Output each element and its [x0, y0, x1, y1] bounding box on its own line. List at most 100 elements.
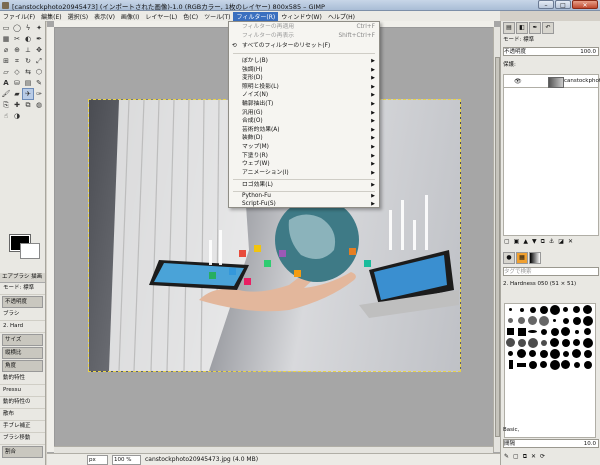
flip-icon[interactable]: ⇆: [23, 67, 33, 77]
size-slider[interactable]: サイズ: [2, 334, 43, 346]
brush-spacing-slider[interactable]: 間隔 10.0: [503, 439, 599, 448]
delete-layer-icon[interactable]: ✕: [568, 238, 573, 247]
cage-icon[interactable]: ⬡: [34, 67, 44, 77]
menu-colors[interactable]: 色(C): [180, 12, 201, 21]
free-select-icon[interactable]: ϟ: [23, 23, 33, 33]
channels-tab-icon[interactable]: ◧: [516, 22, 528, 34]
eraser-icon[interactable]: ▰: [12, 89, 22, 99]
menu-item-decor[interactable]: 装飾(D) ▶: [229, 134, 379, 143]
menu-edit[interactable]: 編集(E): [38, 12, 64, 21]
scissors-icon[interactable]: ✂: [12, 34, 22, 44]
minimize-button[interactable]: –: [538, 0, 554, 9]
shear-icon[interactable]: ▱: [1, 67, 11, 77]
undo-tab-icon[interactable]: ↶: [542, 22, 554, 34]
new-brush-icon[interactable]: ▢: [513, 453, 519, 462]
menu-item-edge-detect[interactable]: 輪郭抽出(T) ▶: [229, 100, 379, 109]
brush-tag-filter[interactable]: タグで検索: [503, 267, 599, 276]
brush-tag-label[interactable]: Basic,: [503, 426, 599, 435]
dynamics-options[interactable]: 動的特性の: [0, 397, 45, 409]
align-icon[interactable]: ⊞: [1, 56, 11, 66]
menu-file[interactable]: ファイル(F): [0, 12, 38, 21]
maximize-button[interactable]: □: [555, 0, 571, 9]
measure-icon[interactable]: ⟂: [23, 45, 33, 55]
pencil-icon[interactable]: ✎: [34, 78, 44, 88]
layer-opacity-slider[interactable]: 不透明度 100.0: [503, 47, 599, 56]
eye-icon[interactable]: 👁: [514, 78, 522, 85]
menu-select[interactable]: 選択(S): [65, 12, 92, 21]
scale-icon[interactable]: ⤢: [34, 56, 44, 66]
crop-icon[interactable]: ⌗: [12, 56, 22, 66]
brush-selector[interactable]: 2. Hard: [0, 321, 45, 333]
bucket-fill-icon[interactable]: ⛁: [12, 78, 22, 88]
heal-icon[interactable]: ✚: [12, 100, 22, 110]
edit-brush-icon[interactable]: ✎: [504, 453, 509, 462]
menu-item-logos[interactable]: ロゴ効果(L) ▶: [229, 181, 379, 190]
duplicate-brush-icon[interactable]: ⧉: [523, 453, 527, 462]
menu-item-light-shadow[interactable]: 照明と投影(L) ▶: [229, 83, 379, 92]
duplicate-layer-icon[interactable]: ⧉: [541, 238, 545, 247]
fuzzy-select-icon[interactable]: ✦: [34, 23, 44, 33]
blend-icon[interactable]: ▤: [23, 78, 33, 88]
rect-select-icon[interactable]: ▭: [1, 23, 11, 33]
menu-item-artistic[interactable]: 芸術的効果(A) ▶: [229, 126, 379, 135]
angle-slider[interactable]: 角度: [2, 360, 43, 372]
menu-item-combine[interactable]: 合成(O) ▶: [229, 117, 379, 126]
menu-item-distorts[interactable]: 変形(D) ▶: [229, 74, 379, 83]
menu-view[interactable]: 表示(V): [91, 12, 118, 21]
color-picker-icon[interactable]: ⌀: [1, 45, 11, 55]
layer-item[interactable]: 👁 canstockphoto: [503, 74, 600, 88]
unit-selector[interactable]: px: [87, 454, 108, 465]
opacity-slider[interactable]: 不透明度: [2, 296, 43, 308]
ratio-slider[interactable]: 縦横比: [2, 347, 43, 359]
new-layer-icon[interactable]: ▢: [504, 238, 510, 247]
brush-grid[interactable]: [504, 303, 596, 438]
zoom-selector[interactable]: 100 %: [112, 454, 141, 465]
menu-item-map[interactable]: マップ(M) ▶: [229, 143, 379, 152]
menu-item-python-fu[interactable]: Python-Fu ▶: [229, 192, 379, 201]
layers-tab-icon[interactable]: ▤: [503, 22, 515, 34]
rate-slider[interactable]: 割合: [2, 446, 43, 458]
menu-item-blur[interactable]: ぼかし(B) ▶: [229, 57, 379, 66]
menu-item-noise[interactable]: ノイズ(N) ▶: [229, 91, 379, 100]
blur-icon[interactable]: ◍: [34, 100, 44, 110]
smoothing-checkbox[interactable]: 手ブレ補正: [0, 421, 45, 433]
paintbrush-icon[interactable]: 🖌: [1, 89, 11, 99]
mask-layer-icon[interactable]: ◪: [558, 238, 564, 247]
menu-item-animation[interactable]: アニメーション(I) ▶: [229, 169, 379, 178]
rotate-icon[interactable]: ↻: [23, 56, 33, 66]
layer-mode[interactable]: モード: 標準: [503, 36, 599, 45]
lower-layer-icon[interactable]: ▼: [532, 238, 537, 247]
delete-brush-icon[interactable]: ✕: [531, 453, 536, 462]
color-select-icon[interactable]: ▦: [1, 34, 11, 44]
menu-item-script-fu[interactable]: Script-Fu(S) ▶: [229, 200, 379, 209]
menu-tools[interactable]: ツール(T): [201, 12, 233, 21]
smudge-icon[interactable]: ☝: [1, 111, 11, 121]
move-icon[interactable]: ✥: [34, 45, 44, 55]
clone-icon[interactable]: ⎘: [1, 100, 11, 110]
motion-checkbox[interactable]: ブラシ移動: [0, 433, 45, 445]
menu-item-repeat[interactable]: フィルターの再適用 Ctrl+F: [229, 23, 379, 32]
paths-tab-icon[interactable]: ✒: [529, 22, 541, 34]
ink-icon[interactable]: ✑: [34, 89, 44, 99]
dodge-burn-icon[interactable]: ◑: [12, 111, 22, 121]
airbrush-icon[interactable]: ✈: [22, 88, 34, 100]
close-button[interactable]: ✕: [572, 0, 598, 9]
menu-layer[interactable]: レイヤー(L): [142, 12, 180, 21]
layer-group-icon[interactable]: ▣: [514, 238, 520, 247]
zoom-icon[interactable]: ⊕: [12, 45, 22, 55]
foreground-select-icon[interactable]: ◐: [23, 34, 33, 44]
brushes-tab-icon[interactable]: ●: [503, 252, 515, 264]
raise-layer-icon[interactable]: ▲: [523, 238, 528, 247]
menu-item-enhance[interactable]: 強調(H) ▶: [229, 66, 379, 75]
anchor-layer-icon[interactable]: ⚓: [549, 238, 554, 247]
refresh-brushes-icon[interactable]: ⟳: [540, 453, 545, 462]
menu-item-web[interactable]: ウェブ(W) ▶: [229, 160, 379, 169]
menu-help[interactable]: ヘルプ(H): [325, 12, 358, 21]
menu-image[interactable]: 画像(I): [118, 12, 142, 21]
patterns-tab-icon[interactable]: ▦: [516, 252, 528, 264]
background-color[interactable]: [20, 243, 40, 259]
menu-filters[interactable]: フィルター(R): [233, 11, 279, 21]
mode-label[interactable]: モード: 標準: [0, 283, 45, 295]
perspective-clone-icon[interactable]: ⧉: [23, 100, 33, 110]
perspective-icon[interactable]: ◇: [12, 67, 22, 77]
